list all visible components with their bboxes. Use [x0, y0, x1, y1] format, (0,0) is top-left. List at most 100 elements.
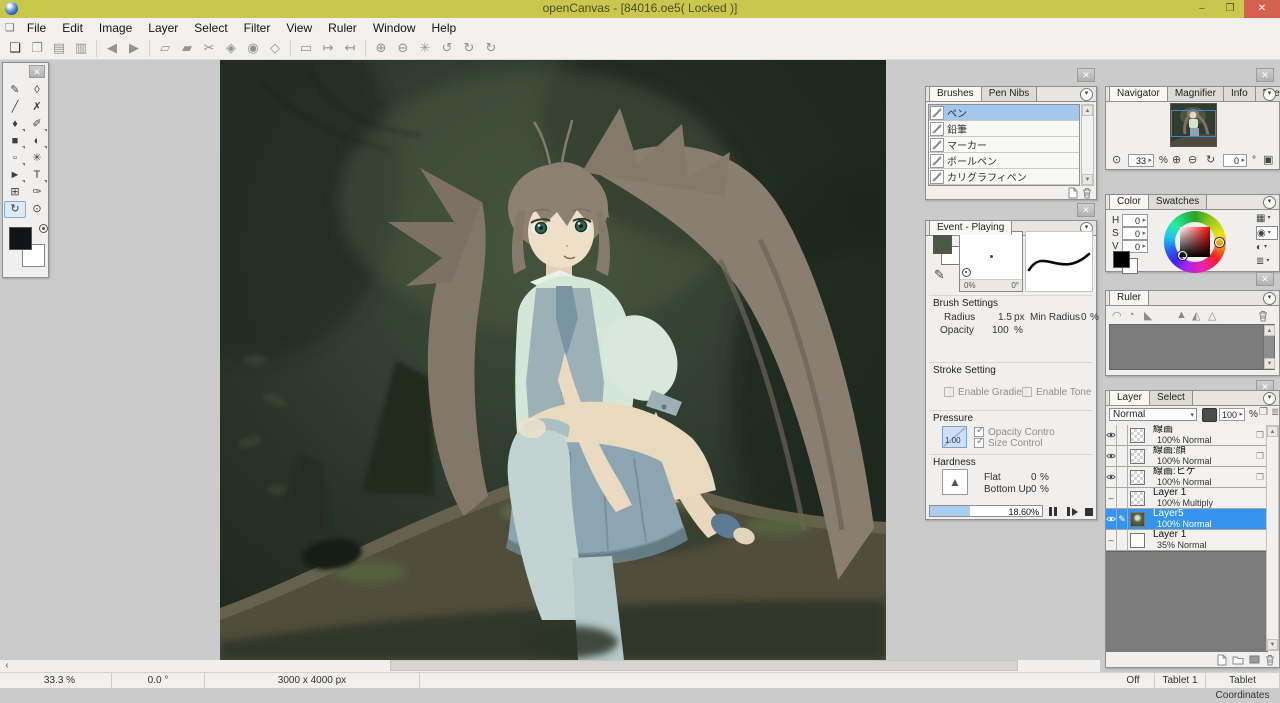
brush-item[interactable]: ボールペン: [929, 153, 1079, 169]
close-icon[interactable]: ✕: [1077, 68, 1095, 82]
paste-selection-button[interactable]: ↤: [339, 38, 361, 58]
eraser-tool[interactable]: ◊: [26, 82, 48, 99]
minimize-button[interactable]: –: [1188, 0, 1216, 18]
tool-dropdown-icon[interactable]: [22, 180, 25, 183]
panel-menu-button[interactable]: [1263, 88, 1276, 101]
playback-progress-bar[interactable]: 18.60%: [929, 505, 1043, 517]
swatch-grid-icon[interactable]: ▦: [1256, 212, 1276, 224]
delete-ruler-icon[interactable]: [1258, 310, 1268, 322]
lock-alpha-icon[interactable]: ❐: [1259, 407, 1268, 418]
hue-marker[interactable]: [1215, 238, 1224, 247]
layer-visible-eye-icon[interactable]: [1106, 446, 1117, 466]
canvas-document[interactable]: [220, 60, 886, 660]
saturation-field[interactable]: 0: [1122, 227, 1148, 240]
hardness-preview[interactable]: ▲: [942, 469, 968, 495]
airbrush-tool[interactable]: ✐: [26, 116, 48, 133]
zoom-out-button[interactable]: ⊖: [392, 38, 414, 58]
pause-playback-button[interactable]: [1049, 506, 1064, 517]
tab-event-playing[interactable]: Event - Playing: [929, 220, 1012, 235]
foreground-color-swatch[interactable]: [9, 227, 32, 250]
step-forward-button[interactable]: ▶: [123, 38, 145, 58]
merge-layer-icon[interactable]: [1249, 655, 1260, 664]
nav-angle-field[interactable]: 0: [1223, 154, 1247, 167]
triangle-ruler-2-icon[interactable]: ◭: [1192, 309, 1200, 322]
zoom-tool[interactable]: ⊙: [26, 201, 48, 218]
nav-zoom-tool-icon[interactable]: ⊙: [1112, 153, 1121, 166]
event-foreground-swatch[interactable]: [933, 235, 952, 254]
size-control-checkbox[interactable]: [974, 438, 984, 448]
step-back-button[interactable]: ◀: [101, 38, 123, 58]
menu-image[interactable]: Image: [91, 19, 140, 37]
layer-thumbnail[interactable]: [1130, 449, 1145, 464]
layer-link-icon[interactable]: ≣: [1271, 407, 1279, 418]
brush-item[interactable]: 鉛筆: [929, 121, 1079, 137]
layer-row[interactable]: 線画:顔100% Normal❐: [1106, 446, 1268, 467]
zoom-in-icon[interactable]: ⊕: [1172, 153, 1181, 166]
triangle-ruler-3-icon[interactable]: △: [1208, 309, 1216, 322]
crop-tool[interactable]: ⊞: [4, 184, 26, 201]
delete-brush-icon[interactable]: [1082, 187, 1092, 199]
gradient-tool[interactable]: ◐: [26, 133, 48, 150]
new-brush-icon[interactable]: [1068, 187, 1078, 199]
layer-thumbnail[interactable]: [1130, 470, 1145, 485]
layer-row[interactable]: –Layer 135% Normal: [1106, 530, 1268, 551]
layer-hidden-icon[interactable]: –: [1106, 488, 1117, 508]
brush-tip-preview[interactable]: 0% 0°: [959, 231, 1023, 292]
tool-dropdown-icon[interactable]: [44, 180, 47, 183]
open-file-button[interactable]: ❐: [26, 38, 48, 58]
menu-ruler[interactable]: Ruler: [320, 19, 365, 37]
tool-dropdown-icon[interactable]: [22, 163, 25, 166]
menu-view[interactable]: View: [278, 19, 320, 37]
close-icon[interactable]: ✕: [1256, 68, 1274, 82]
close-icon[interactable]: ✕: [1077, 203, 1095, 217]
step-playback-button[interactable]: [1067, 506, 1082, 517]
delete-layer-icon[interactable]: [1265, 654, 1275, 666]
tab-color[interactable]: Color: [1109, 194, 1149, 209]
text-tool[interactable]: T: [26, 167, 48, 184]
redo-all-button[interactable]: ↻: [480, 38, 502, 58]
menu-window[interactable]: Window: [365, 19, 424, 37]
stamp-button[interactable]: ◉: [242, 38, 264, 58]
layer-thumbnail[interactable]: [1130, 428, 1145, 443]
circle-ruler-icon[interactable]: ◔: [1128, 309, 1135, 321]
layer-thumbnail-toggle[interactable]: [1202, 408, 1217, 422]
new-file-button[interactable]: ❏: [4, 38, 26, 58]
hue-field[interactable]: 0: [1122, 214, 1148, 227]
tool-dropdown-icon[interactable]: [44, 146, 47, 149]
layer-row[interactable]: ✎Layer5100% Normal: [1106, 509, 1268, 530]
enable-gradient-checkbox[interactable]: [944, 387, 954, 397]
restore-button[interactable]: ❐: [1216, 0, 1244, 18]
eyedropper-tool[interactable]: ✑: [26, 184, 48, 201]
hue-wheel[interactable]: [1164, 211, 1226, 273]
layer-hidden-icon[interactable]: –: [1106, 530, 1117, 550]
brush-list-scrollbar[interactable]: [1081, 104, 1094, 186]
tab-ruler[interactable]: Ruler: [1109, 290, 1149, 305]
fill-tool[interactable]: ■: [4, 133, 26, 150]
magic-wand-tool[interactable]: ✳: [26, 150, 48, 167]
triangle-ruler-1-icon[interactable]: ▲: [1176, 309, 1187, 321]
menu-file[interactable]: File: [19, 19, 54, 37]
sphere-mode-icon[interactable]: ◐: [1256, 241, 1276, 253]
menu-edit[interactable]: Edit: [54, 19, 91, 37]
pressure-curve-box[interactable]: 1.00: [942, 426, 967, 448]
blend-mode-dropdown[interactable]: Normal: [1109, 408, 1197, 421]
new-folder-icon[interactable]: [1232, 655, 1244, 665]
move-tool[interactable]: ►: [4, 167, 26, 184]
fit-view-icon[interactable]: ▣: [1263, 153, 1273, 166]
zoom-out-icon[interactable]: ⊖: [1188, 153, 1197, 166]
navigator-thumbnail[interactable]: [1170, 103, 1217, 147]
paste-button[interactable]: ▰: [176, 38, 198, 58]
select-tool[interactable]: ▫: [4, 150, 26, 167]
layer-visible-eye-icon[interactable]: [1106, 509, 1117, 529]
tab-pen-nibs[interactable]: Pen Nibs: [981, 86, 1038, 101]
color-foreground-swatch[interactable]: [1113, 251, 1130, 268]
brush-item[interactable]: マーカー: [929, 137, 1079, 153]
wheel-mode-icon[interactable]: ◉: [1256, 226, 1278, 240]
panel-menu-button[interactable]: [1263, 292, 1276, 305]
panel-menu-button[interactable]: [1263, 196, 1276, 209]
layer-visible-eye-icon[interactable]: [1106, 467, 1117, 487]
layer-opacity-field[interactable]: 100: [1219, 408, 1245, 421]
layer-row[interactable]: 線画100% Normal❐: [1106, 425, 1268, 446]
layer-thumbnail[interactable]: [1130, 533, 1145, 548]
tab-info[interactable]: Info: [1223, 86, 1256, 101]
